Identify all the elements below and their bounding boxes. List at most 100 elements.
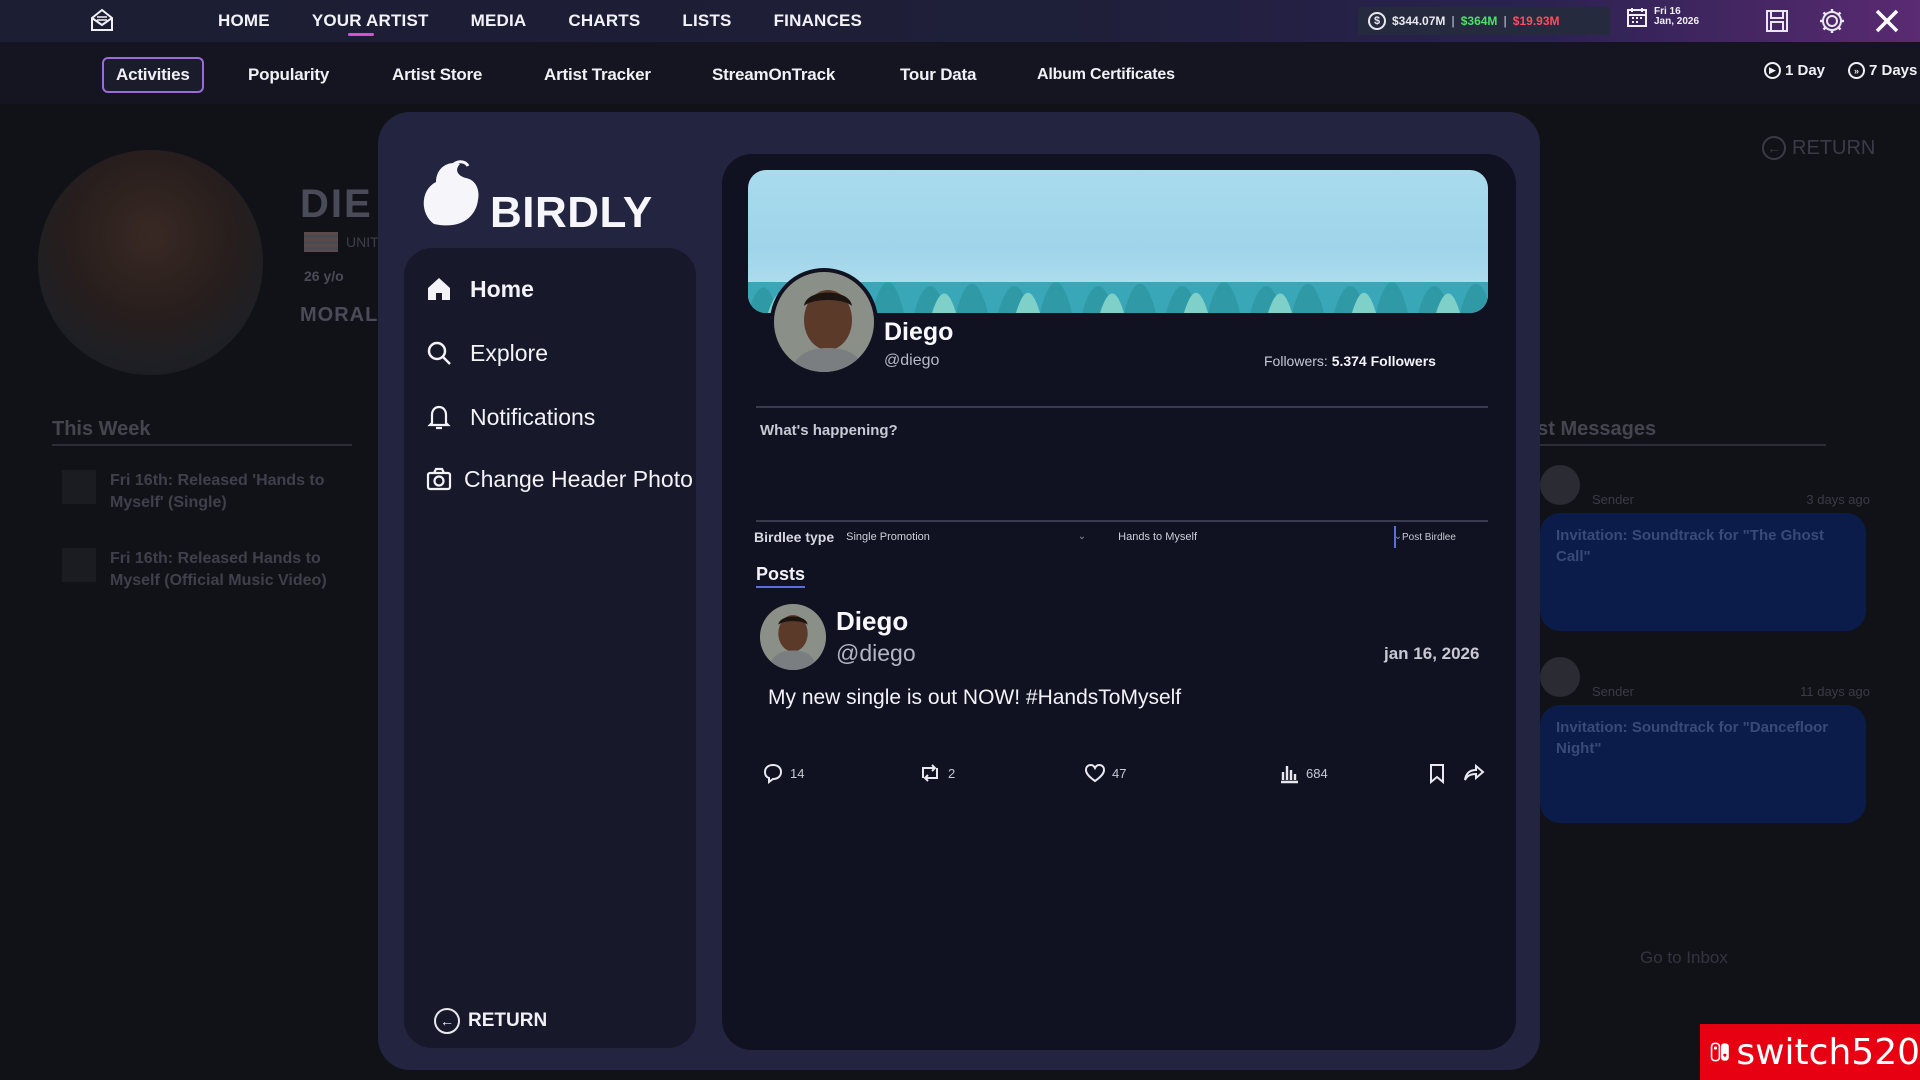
artist-avatar xyxy=(38,150,263,375)
income-value: $364M xyxy=(1460,14,1498,28)
expense-value: $19.93M xyxy=(1512,14,1560,28)
bell-icon xyxy=(424,402,454,432)
tab-tour-data[interactable]: Tour Data xyxy=(900,57,976,93)
date-display: Fri 16 Jan, 2026 xyxy=(1626,6,1699,28)
camera-icon xyxy=(424,464,454,494)
gear-icon[interactable] xyxy=(1818,7,1846,35)
sidebar-item-label: Home xyxy=(470,275,534,302)
birdlee-type-select[interactable]: Single Promotion ⌄ xyxy=(846,531,1086,543)
advance-1-day-button[interactable]: ▶ 1 Day xyxy=(1764,62,1825,79)
advance-7-days-label: 7 Days xyxy=(1869,62,1918,79)
avatar-portrait-image xyxy=(760,604,826,670)
money-separator: | xyxy=(1503,14,1507,28)
chevron-down-icon: ⌄ xyxy=(1077,531,1087,542)
birdlee-item-select[interactable]: Hands to Myself ⌄ xyxy=(1118,531,1402,543)
message-sender: Sender xyxy=(1592,684,1634,699)
post-avatar xyxy=(760,604,826,670)
followers-value: 5.374 Followers xyxy=(1331,353,1436,369)
bookmark-icon xyxy=(1430,764,1444,784)
sidebar-item-change-header-photo[interactable]: Change Header Photo xyxy=(424,464,693,494)
mail-icon[interactable] xyxy=(88,6,116,34)
views-stat[interactable]: 684 xyxy=(1278,762,1328,784)
divider xyxy=(52,444,352,446)
last-messages-title: ast Messages xyxy=(1526,418,1657,440)
balance-value: $344.07M xyxy=(1392,14,1446,28)
fast-forward-icon: » xyxy=(1848,62,1865,79)
message-age: 3 days ago xyxy=(1806,492,1870,507)
advance-7-days-button[interactable]: » 7 Days xyxy=(1848,62,1917,79)
compose-input[interactable]: What's happening? xyxy=(760,422,1480,512)
date-text: Fri 16 Jan, 2026 xyxy=(1654,7,1699,27)
nav-charts[interactable]: CHARTS xyxy=(568,0,640,42)
nav-lists[interactable]: LISTS xyxy=(682,0,731,42)
birdlee-type-label: Birdlee type xyxy=(754,529,835,545)
divider xyxy=(756,406,1488,408)
save-icon[interactable] xyxy=(1764,8,1790,34)
event-thumbnail xyxy=(62,470,96,504)
week-event: Fri 16th: Released 'Hands to Myself' (Si… xyxy=(62,470,362,514)
nav-your-artist[interactable]: YOUR ARTIST xyxy=(312,0,429,42)
comment-icon xyxy=(763,763,783,784)
sidebar-item-home[interactable]: Home xyxy=(424,274,534,304)
sidebar-item-notifications[interactable]: Notifications xyxy=(424,402,595,432)
nav-home[interactable]: HOME xyxy=(218,0,270,42)
birdlee-type-value: Single Promotion xyxy=(846,531,930,543)
artist-country: UNIT xyxy=(304,232,379,252)
avatar xyxy=(1540,656,1580,697)
money-separator: | xyxy=(1451,14,1455,28)
tab-artist-tracker[interactable]: Artist Tracker xyxy=(544,57,651,93)
event-text: Fri 16th: Released Hands to Myself (Offi… xyxy=(110,550,327,589)
tab-album-certificates[interactable]: Album Certificates xyxy=(1037,57,1175,93)
birdlee-item-value: Hands to Myself xyxy=(1118,531,1198,543)
profile-handle: @diego xyxy=(884,352,940,369)
message-card: Sender 11 days ago Invitation: Soundtrac… xyxy=(1540,654,1870,823)
post-birdlee-button[interactable]: Post Birdlee xyxy=(1394,526,1456,548)
close-icon[interactable] xyxy=(1872,6,1902,36)
message-header: Sender 11 days ago xyxy=(1540,654,1870,699)
search-icon xyxy=(424,338,454,368)
like-button[interactable]: 47 xyxy=(1084,762,1126,784)
top-bar: HOME YOUR ARTIST MEDIA CHARTS LISTS FINA… xyxy=(0,0,1920,42)
return-button[interactable]: ← RETURN xyxy=(434,1008,547,1034)
artist-country-label: UNIT xyxy=(346,234,379,250)
bar-chart-icon xyxy=(1281,766,1298,784)
message-card: Sender 3 days ago Invitation: Soundtrack… xyxy=(1540,462,1870,631)
bookmark-button[interactable] xyxy=(1427,762,1447,784)
heart-icon xyxy=(1084,763,1106,783)
message-sender: Sender xyxy=(1592,492,1634,507)
birdly-logo-text: BIRDLY xyxy=(490,188,653,237)
repost-button[interactable]: 2 xyxy=(918,762,955,784)
divider xyxy=(1526,444,1826,446)
tab-popularity[interactable]: Popularity xyxy=(248,57,329,93)
nav-media[interactable]: MEDIA xyxy=(471,0,527,42)
clock-icon: ▶ xyxy=(1764,62,1781,79)
nav-finances[interactable]: FINANCES xyxy=(774,0,863,42)
post-date: jan 16, 2026 xyxy=(1384,644,1480,663)
money-summary: $ $344.07M | $364M | $19.93M xyxy=(1358,7,1610,35)
reply-button[interactable]: 14 xyxy=(762,762,804,784)
week-event: Fri 16th: Released Hands to Myself (Offi… xyxy=(62,548,362,592)
event-text: Fri 16th: Released 'Hands to Myself' (Si… xyxy=(110,472,325,511)
repost-count: 2 xyxy=(948,765,956,781)
sidebar-item-explore[interactable]: Explore xyxy=(424,338,548,368)
message-bubble: Invitation: Soundtrack for "The Ghost Ca… xyxy=(1540,513,1866,631)
share-icon xyxy=(1464,763,1485,781)
views-count: 684 xyxy=(1306,765,1328,781)
message-header: Sender 3 days ago xyxy=(1540,462,1870,507)
watermark: switch520 xyxy=(1700,1024,1920,1080)
divider xyxy=(756,520,1488,522)
tab-activities[interactable]: Activities xyxy=(102,57,204,93)
switch-logo-icon xyxy=(1710,1042,1729,1062)
sidebar-item-label: Change Header Photo xyxy=(464,465,693,492)
calendar-icon xyxy=(1627,8,1647,27)
profile-avatar xyxy=(770,268,878,376)
share-button[interactable] xyxy=(1462,762,1486,784)
event-thumbnail xyxy=(62,548,96,582)
reply-count: 14 xyxy=(790,765,805,781)
tab-streamontrack[interactable]: StreamOnTrack xyxy=(712,57,835,93)
post-author-name: Diego xyxy=(836,606,909,636)
birdlee-options-row: Birdlee type Single Promotion ⌄ Hands to… xyxy=(754,528,1488,546)
tab-artist-store[interactable]: Artist Store xyxy=(392,57,482,93)
return-label: RETURN xyxy=(468,1010,548,1031)
avatar xyxy=(1540,464,1580,505)
